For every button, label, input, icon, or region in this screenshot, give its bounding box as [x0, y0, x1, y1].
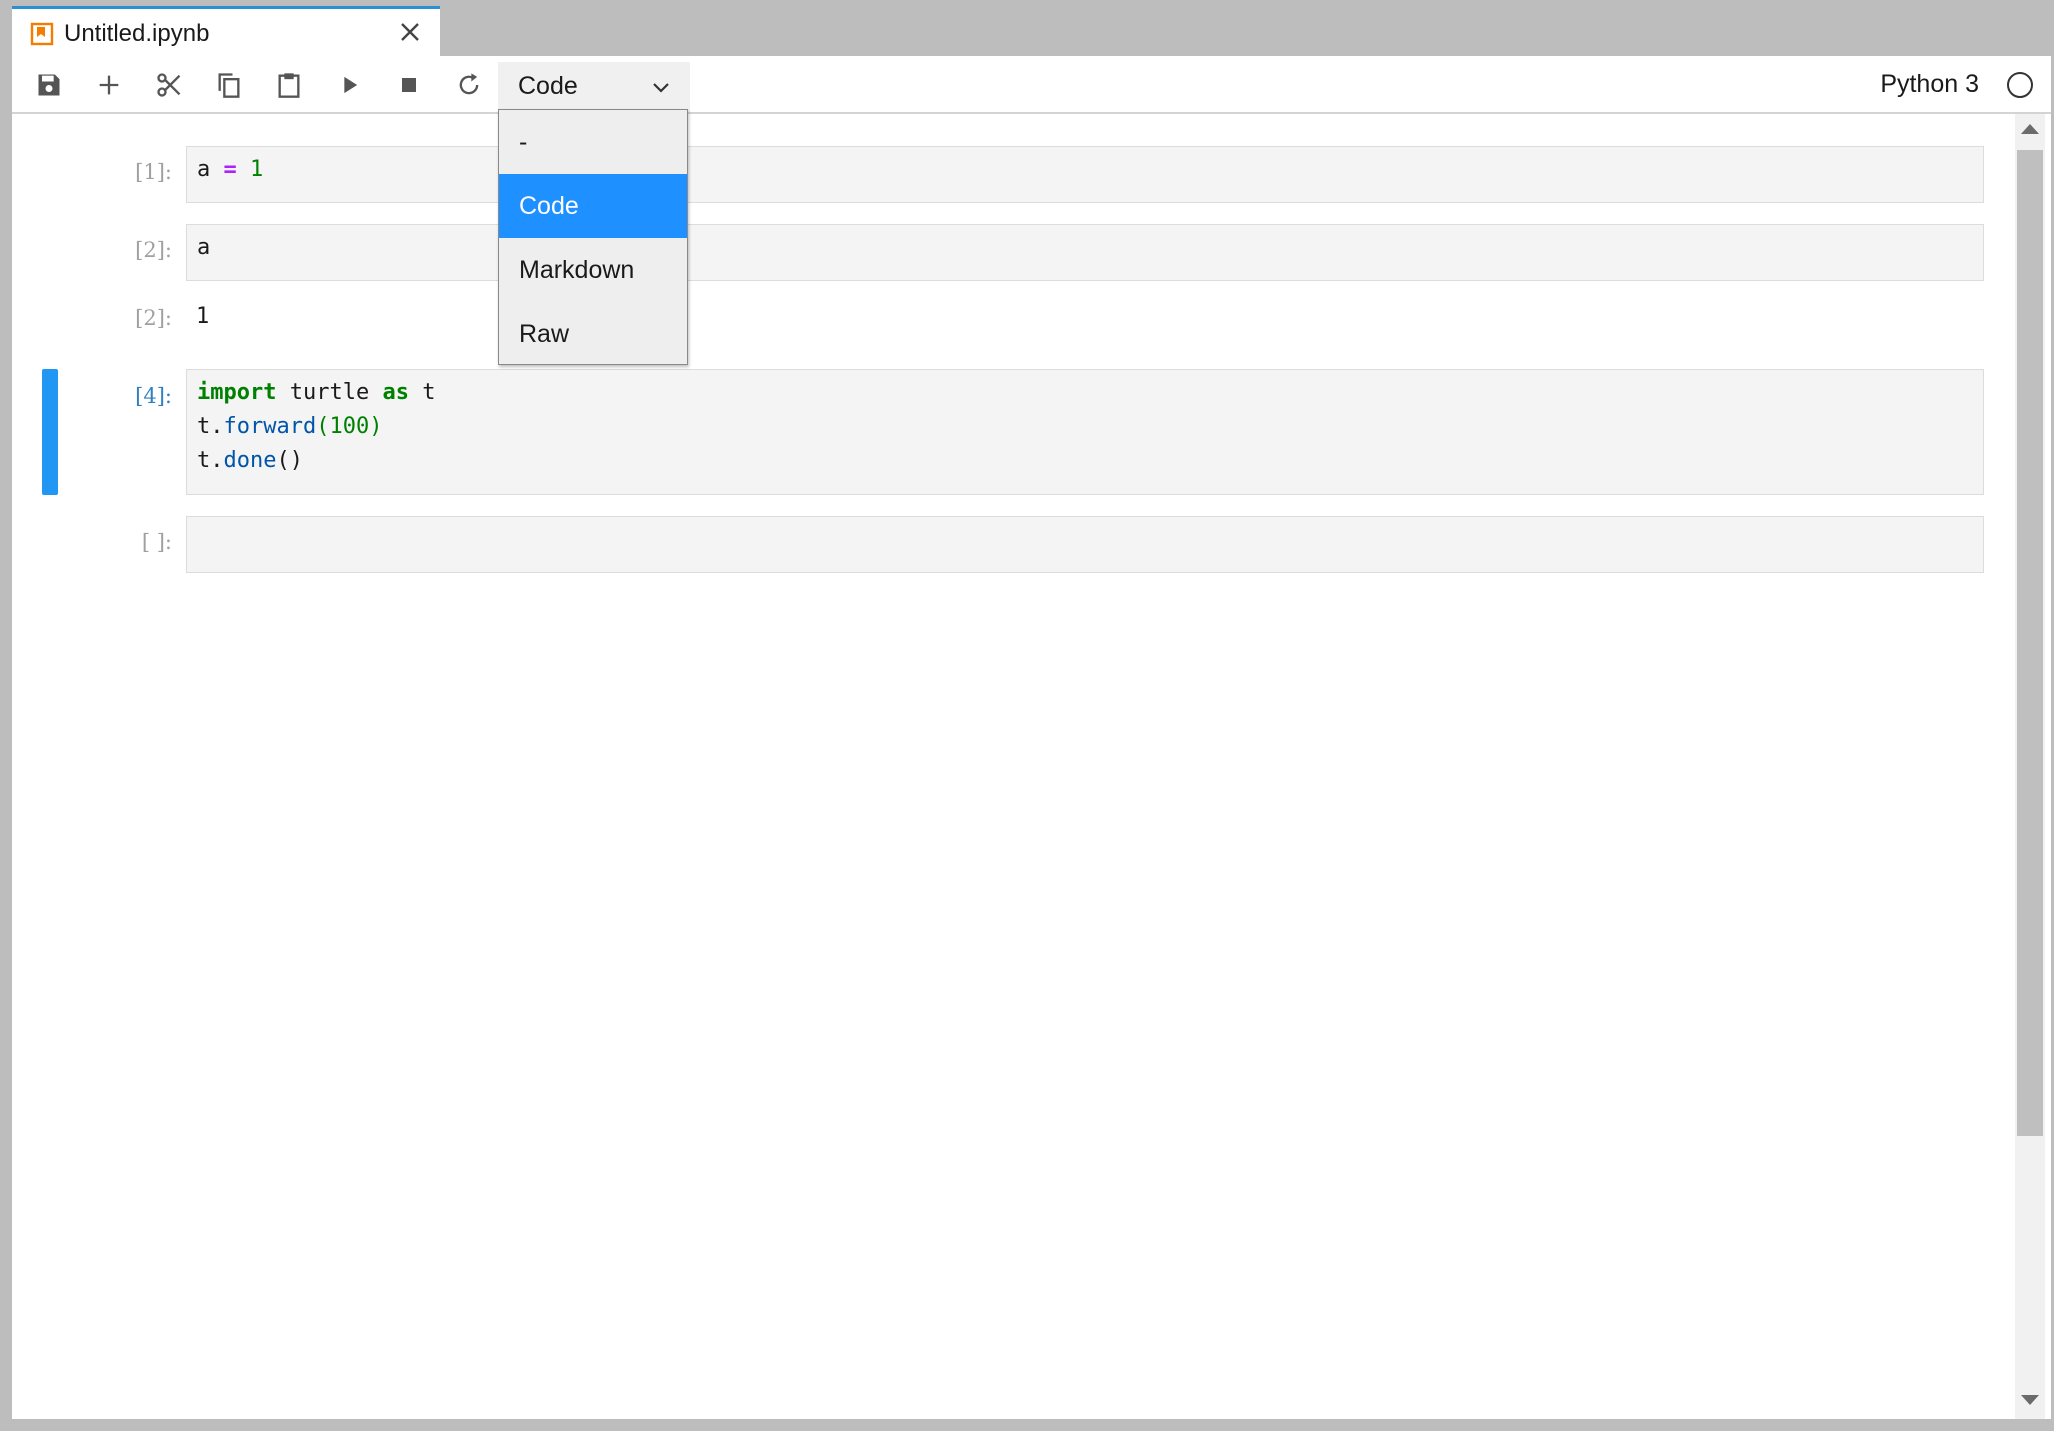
cell-code: a: [197, 235, 211, 260]
run-icon: [344, 76, 358, 94]
notebook-icon: [30, 22, 54, 46]
cell-prompt: [1]:: [135, 160, 172, 184]
tab-title: Untitled.ipynb: [64, 20, 210, 47]
scroll-up-icon[interactable]: [2021, 124, 2039, 134]
paste-icon: [278, 73, 300, 98]
dropdown-option-raw[interactable]: Raw: [499, 302, 687, 366]
close-icon[interactable]: [396, 18, 424, 46]
dropdown-option-none[interactable]: -: [499, 110, 687, 174]
cell-prompt: [4]:: [135, 384, 172, 408]
cell-type-value: Code: [518, 72, 578, 100]
add-icon: [99, 75, 119, 95]
paste-button[interactable]: [272, 68, 306, 102]
cell-type-dropdown: - Code Markdown Raw: [498, 109, 688, 365]
cell-output: 1: [196, 304, 210, 329]
save-button[interactable]: [32, 68, 66, 102]
restart-icon: [459, 73, 479, 95]
notebook-tab[interactable]: Untitled.ipynb: [12, 6, 440, 58]
notebook-toolbar: Code Python 3: [12, 56, 2051, 114]
stop-icon: [402, 78, 416, 92]
cut-button[interactable]: [152, 68, 186, 102]
output-prompt: [2]:: [135, 306, 172, 330]
interrupt-button[interactable]: [392, 68, 426, 102]
insert-cell-button[interactable]: [92, 68, 126, 102]
scroll-down-icon[interactable]: [2021, 1395, 2039, 1405]
cell-code: import turtle as t t.forward(100) t.done(): [197, 380, 436, 473]
save-icon: [38, 74, 60, 96]
cut-icon: [157, 73, 181, 97]
dropdown-option-markdown[interactable]: Markdown: [499, 238, 687, 302]
chevron-down-icon: [653, 83, 669, 93]
run-button[interactable]: [332, 68, 366, 102]
cell-code: a = 1: [197, 157, 264, 182]
code-cell-active[interactable]: import turtle as t t.forward(100) t.done(): [186, 369, 1984, 495]
cell-prompt: [ ]:: [141, 530, 172, 554]
vertical-scrollbar[interactable]: [2015, 114, 2045, 1419]
kernel-status-icon: [2007, 72, 2033, 98]
code-cell[interactable]: a: [186, 224, 1984, 281]
scroll-thumb[interactable]: [2017, 150, 2043, 1136]
active-cell-indicator: [42, 369, 58, 495]
dropdown-option-code[interactable]: Code: [499, 174, 687, 238]
copy-button[interactable]: [212, 68, 246, 102]
kernel-name[interactable]: Python 3: [1880, 70, 1979, 99]
code-cell[interactable]: [186, 516, 1984, 573]
restart-button[interactable]: [452, 68, 486, 102]
cell-type-select[interactable]: Code: [498, 62, 690, 112]
cell-prompt: [2]:: [135, 238, 172, 262]
copy-icon: [218, 73, 240, 98]
code-cell[interactable]: a = 1: [186, 146, 1984, 203]
